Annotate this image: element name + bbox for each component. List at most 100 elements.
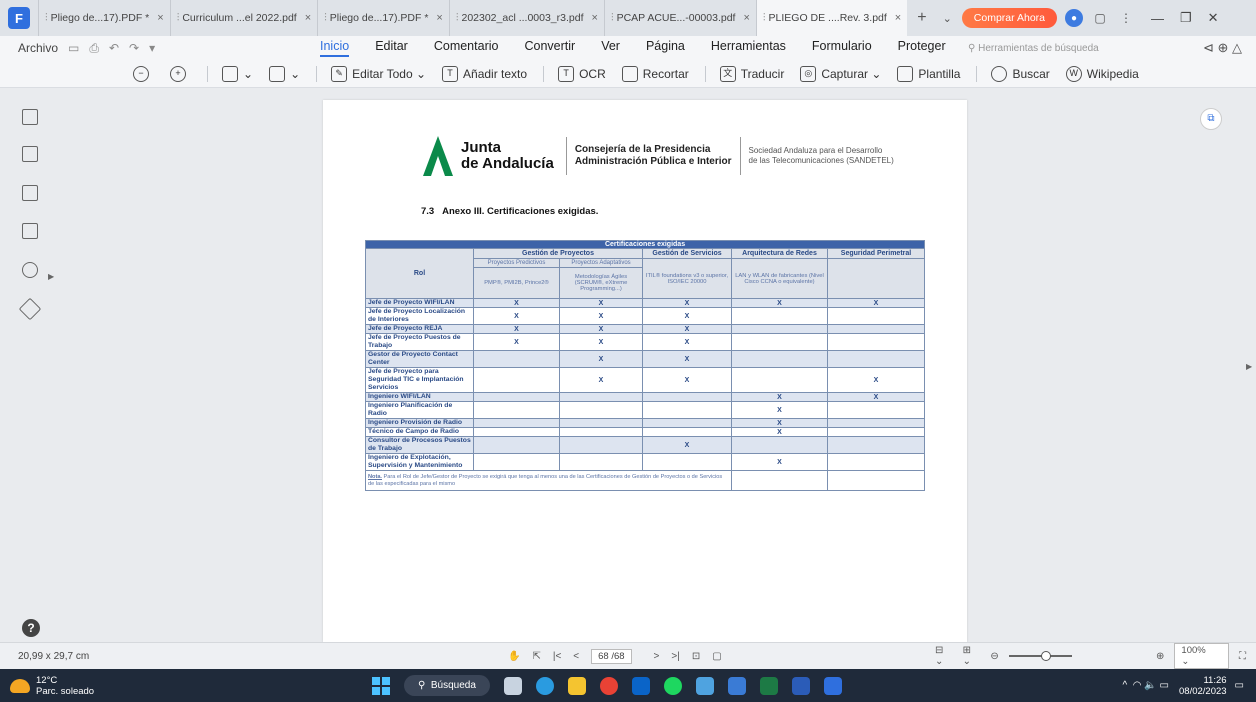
zoom-out-small-icon[interactable]: ⊖ [990, 651, 998, 662]
zoom-slider-knob[interactable] [1040, 651, 1051, 661]
fullscreen-icon[interactable]: ⛶ [1239, 651, 1246, 662]
battery-icon[interactable]: ▭ [1160, 680, 1169, 691]
comment-icon[interactable] [22, 185, 38, 201]
more-options-icon[interactable]: ⋮ [1117, 9, 1135, 27]
tab-5[interactable]: ⫶ PLIEGO DE ....Rev. 3.pdf × [755, 0, 908, 36]
weather-widget[interactable]: 12°C Parc. soleado [10, 675, 94, 697]
task-view-icon[interactable] [503, 676, 522, 695]
excel-icon[interactable] [759, 676, 778, 695]
cert-mark-cell [731, 367, 828, 393]
pdf-editor-icon[interactable] [823, 676, 842, 695]
menu-item-6[interactable]: Herramientas [711, 39, 786, 57]
tab-1[interactable]: ⫶ Curriculum ...el 2022.pdf × [169, 0, 317, 36]
search-button[interactable]: Buscar [991, 65, 1050, 82]
template-button[interactable]: Plantilla [897, 65, 960, 82]
user-avatar-icon[interactable]: ● [1065, 9, 1083, 27]
word-icon[interactable] [791, 676, 810, 695]
fit-page-icon[interactable]: ⊡ [692, 651, 700, 662]
menu-item-7[interactable]: Formulario [812, 39, 872, 57]
zoom-slider[interactable] [1008, 651, 1073, 661]
translate-button[interactable]: 文 Traducir [719, 65, 784, 82]
app-icon[interactable] [695, 676, 714, 695]
first-page-icon[interactable]: |< [553, 651, 561, 662]
tab-4[interactable]: ⫶ PCAP ACUE...-00003.pdf × [603, 0, 756, 36]
layers-icon[interactable] [18, 297, 42, 321]
add-text-button[interactable]: T Añadir texto [442, 65, 527, 82]
collapse-left-arrow-icon[interactable]: ▶ [48, 272, 54, 281]
zoom-out-button[interactable]: − [133, 65, 154, 82]
spotify-icon[interactable] [663, 676, 682, 695]
next-page-icon[interactable]: > [654, 651, 660, 662]
menu-item-4[interactable]: Ver [601, 39, 620, 57]
close-tab-icon[interactable]: × [895, 12, 901, 24]
clock[interactable]: 11:26 08/02/2023 [1179, 675, 1227, 697]
shape-tool-dropdown[interactable]: ⌄ [269, 65, 300, 82]
menu-item-0[interactable]: Inicio [320, 39, 350, 57]
thumbnails-icon[interactable] [22, 109, 38, 125]
hand-tool-icon[interactable]: ✋ [508, 651, 520, 662]
edit-all-button[interactable]: ✎ Editar Todo ⌄ [331, 65, 426, 82]
help-icon[interactable]: ? [22, 619, 40, 637]
attachment-icon[interactable] [22, 223, 38, 239]
menu-item-3[interactable]: Convertir [524, 39, 575, 57]
file-explorer-icon[interactable] [567, 676, 586, 695]
close-tab-icon[interactable]: × [592, 12, 598, 24]
chrome-icon[interactable] [599, 676, 618, 695]
undo-icon[interactable]: ↶ [109, 41, 119, 55]
zoom-in-button[interactable]: + [170, 65, 191, 82]
prev-page-icon[interactable]: < [573, 651, 579, 662]
close-tab-icon[interactable]: × [305, 12, 311, 24]
buy-now-button[interactable]: Comprar Ahora [961, 8, 1057, 28]
wifi-icon[interactable]: ◠ [1133, 680, 1142, 691]
fit-width-icon[interactable]: ▢ [712, 651, 721, 662]
close-tab-icon[interactable]: × [743, 12, 749, 24]
print-icon[interactable]: ⎙ [89, 41, 99, 56]
last-page-icon[interactable]: >| [671, 651, 679, 662]
close-window-button[interactable]: ✕ [1208, 10, 1219, 26]
minimize-button[interactable]: — [1151, 11, 1164, 26]
windows-start-icon[interactable] [372, 676, 390, 695]
taskbar-search[interactable]: ⚲ Búsqueda [404, 675, 490, 696]
capture-button[interactable]: ◎ Capturar ⌄ [800, 65, 881, 82]
quick-access-dropdown-icon[interactable]: ▾ [149, 41, 155, 55]
outlook-icon[interactable] [631, 676, 650, 695]
menu-item-5[interactable]: Página [646, 39, 685, 57]
edge-icon[interactable] [535, 676, 554, 695]
tab-3[interactable]: ⫶ 202302_acl ...0003_r3.pdf × [448, 0, 604, 36]
search-panel-icon[interactable] [22, 262, 38, 278]
tab-2[interactable]: ⫶ Pliego de...17).PDF * × [317, 0, 449, 36]
view-mode-icon[interactable]: ⊞ ⌄ [963, 645, 981, 667]
close-tab-icon[interactable]: × [436, 12, 442, 24]
share-icon[interactable]: ⊲ ⊕ △ [1203, 40, 1242, 56]
chat-icon[interactable]: ▢ [1091, 9, 1109, 27]
new-tab-button[interactable]: + [907, 9, 936, 27]
zoom-level-field[interactable]: 100% ⌄ [1174, 643, 1230, 669]
select-cursor-icon[interactable]: ⇱ [532, 651, 540, 662]
tab-list-chevron-icon[interactable]: ⌄ [937, 12, 958, 25]
zoom-in-small-icon[interactable]: ⊕ [1156, 651, 1164, 662]
wikipedia-button[interactable]: W Wikipedia [1065, 65, 1139, 82]
file-menu[interactable]: Archivo [18, 41, 58, 55]
menu-item-8[interactable]: Proteger [898, 39, 946, 57]
app-logo-icon[interactable]: F [8, 7, 30, 29]
tab-0[interactable]: ⫶ Pliego de...17).PDF * × [38, 0, 170, 36]
crop-button[interactable]: Recortar [621, 65, 689, 82]
page-number-field[interactable]: 68 /68 [591, 648, 632, 664]
volume-icon[interactable]: 🔈 [1144, 680, 1156, 691]
menu-item-1[interactable]: Editar [375, 39, 408, 57]
redo-icon[interactable]: ↷ [129, 41, 139, 55]
new-file-icon[interactable]: ▭ [68, 41, 79, 55]
search-tools-field[interactable]: ⚲ Herramientas de búsqueda [968, 43, 1099, 54]
notes-icon[interactable] [727, 676, 746, 695]
ocr-button[interactable]: T OCR [558, 65, 606, 82]
page-layout-icon[interactable]: ⊟ ⌄ [935, 645, 953, 667]
bookmark-icon[interactable] [22, 146, 38, 162]
notifications-icon[interactable]: ▭ [1235, 680, 1244, 691]
close-tab-icon[interactable]: × [157, 12, 163, 24]
select-tool-dropdown[interactable]: ⌄ [222, 65, 253, 82]
tray-chevron-icon[interactable]: ^ [1123, 680, 1128, 691]
collapse-right-arrow-icon[interactable]: ▶ [1246, 362, 1252, 371]
ai-assistant-icon[interactable]: ⧉ [1200, 108, 1222, 130]
restore-button[interactable]: ❐ [1180, 10, 1192, 26]
menu-item-2[interactable]: Comentario [434, 39, 499, 57]
